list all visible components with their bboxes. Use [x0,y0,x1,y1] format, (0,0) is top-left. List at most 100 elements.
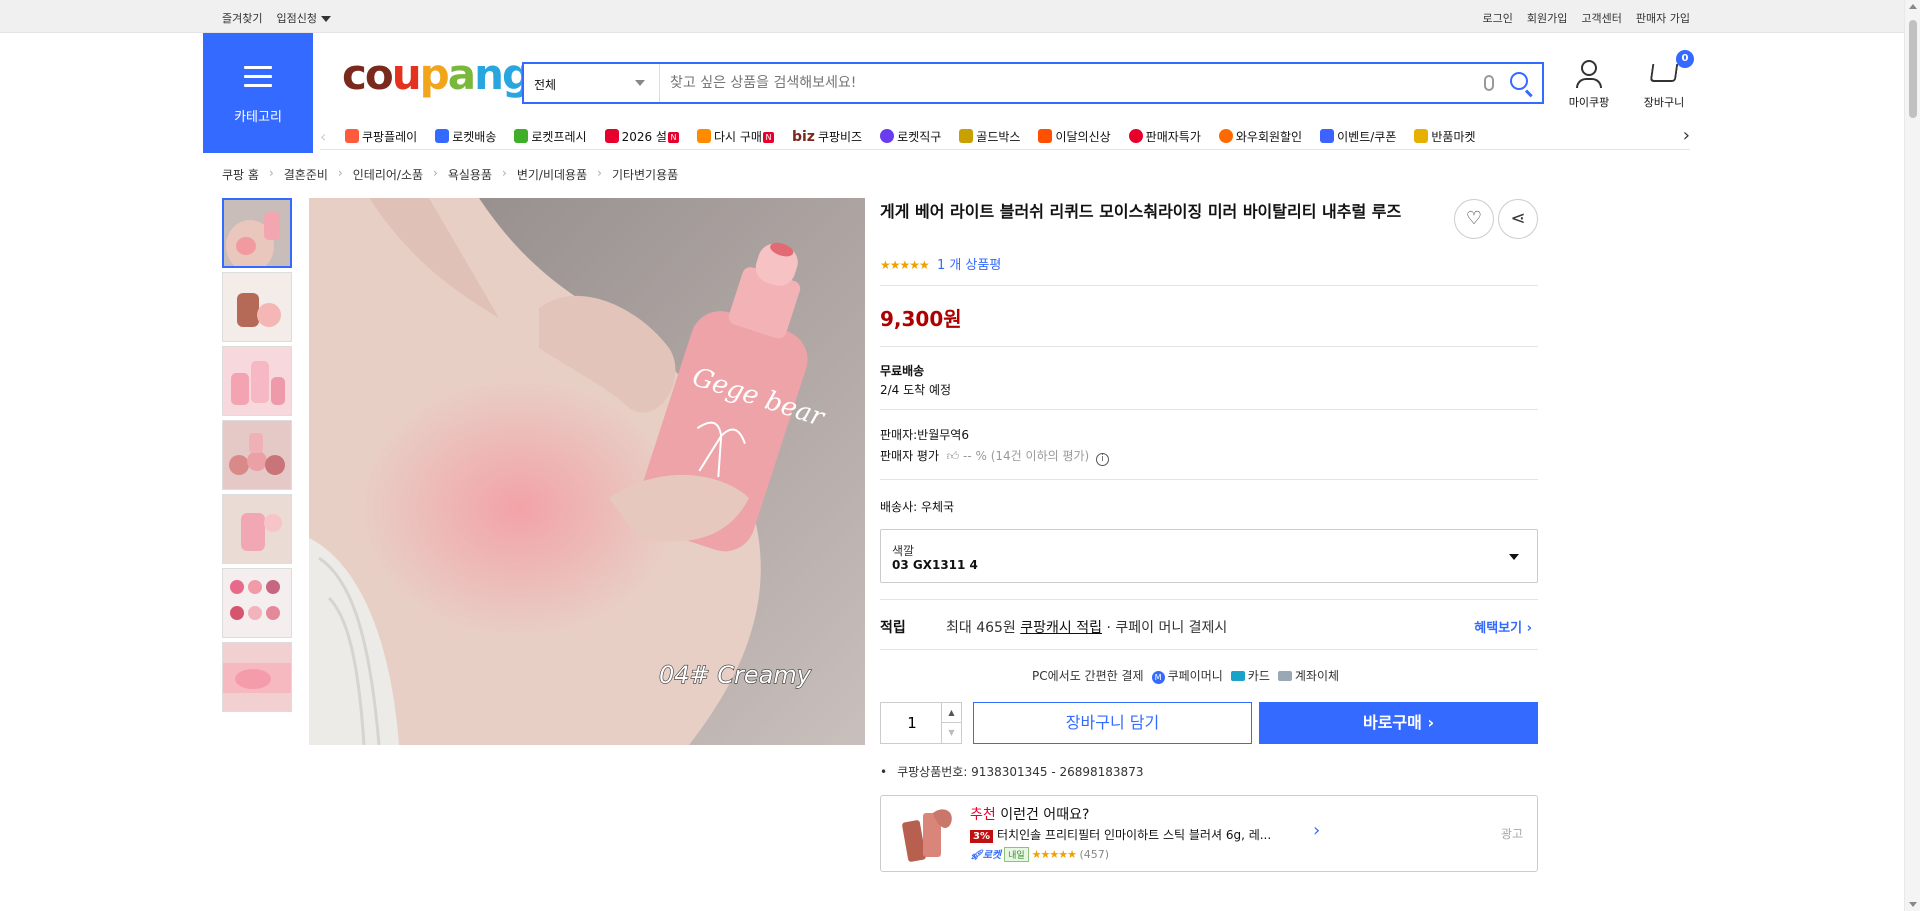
breadcrumb-item[interactable]: 욕실용품 [448,166,492,183]
cart-button[interactable]: 0 장바구니 [1636,50,1694,110]
thumbnail-4[interactable] [222,420,292,490]
rating-stars: ★★★★★ [1031,848,1077,861]
scroll-down-icon[interactable] [1909,902,1917,907]
coupang-cash-link[interactable]: 쿠팡캐시 적립 [1020,620,1102,636]
nav-item-wow-discount[interactable]: 와우회원할인 [1218,128,1303,145]
color-option-select[interactable]: 색깔 03 GX1311 4 [880,529,1538,583]
nav-item-goldbox[interactable]: 골드박스 [959,128,1020,145]
reward-label: 적립 [880,620,906,636]
play-icon [345,129,359,143]
payment-methods: PC에서도 간편한 결제 M 쿠페이머니 카드 계좌이체 [1032,667,1339,684]
benefits-label: 혜택보기 [1474,621,1523,636]
nav-label: 다시 구매 [713,130,762,144]
nav-next-icon[interactable]: › [1683,125,1690,146]
breadcrumb-item[interactable]: 인테리어/소품 [353,166,423,183]
review-count: (457) [1079,848,1110,861]
vendor-apply-link[interactable]: 입점신청 [276,10,331,26]
option-value: 03 GX1311 4 [892,558,978,572]
divider [880,285,1538,286]
favorite-button[interactable]: ♡ [1454,199,1494,239]
info-icon[interactable]: i [1096,453,1110,466]
seller-name[interactable]: 판매자:반월무역6 [880,426,969,443]
quantity-decrease-icon[interactable]: ▼ [941,723,961,743]
nav-item-seller-deals[interactable]: 판매자특가 [1128,128,1201,145]
breadcrumb-item[interactable]: 변기/비데용품 [517,166,587,183]
option-label: 색깔 [892,544,915,558]
nav-prev-icon[interactable]: ‹ [320,127,326,146]
chevron-right-icon[interactable]: › [1313,820,1320,841]
coupay-money: M 쿠페이머니 [1151,667,1223,684]
product-rating[interactable]: ★★★★★ 1 개 상품평 [880,254,1001,273]
dropdown-arrow-icon [1509,554,1519,560]
benefits-link[interactable]: 혜택보기 › [1474,617,1532,636]
arrival-date: 2/4 도착 예정 [880,383,952,397]
seller-rating-label: 판매자 평가 [880,449,940,463]
search-category-select[interactable]: 전체 [524,64,660,102]
recommendation-image[interactable] [897,803,959,865]
scroll-thumb[interactable] [1909,20,1917,118]
buy-now-button[interactable]: 바로구매 › [1259,702,1538,744]
microphone-icon[interactable] [1484,75,1494,91]
add-to-cart-button[interactable]: 장바구니 담기 [973,702,1252,744]
nav-label: 이벤트/쿠폰 [1337,130,1397,144]
breadcrumb-item[interactable]: 결혼준비 [284,166,328,183]
product-title: 게게 베어 라이트 블러쉬 리퀴드 모이스춰라이징 미러 바이탈리티 내추럴 루… [880,202,1402,221]
nav-label: 와우회원할인 [1235,130,1303,144]
chevron-right-icon: › [268,166,274,180]
nav-item-rocket[interactable]: 로켓배송 [435,128,496,145]
thumbnail-7[interactable] [222,642,292,712]
scroll-up-icon[interactable] [1909,4,1917,9]
chevron-right-icon: › [1427,713,1435,732]
signup-link[interactable]: 회원가입 [1527,10,1567,26]
thumbnail-5[interactable] [222,494,292,564]
nav-item-new-arrivals[interactable]: 이달의신상 [1038,128,1111,145]
payment-intro: PC에서도 간편한 결제 [1032,669,1144,683]
nav-label: 로켓프레시 [531,130,587,144]
next-day-badge: 내일 [1004,847,1029,862]
quantity-input[interactable] [881,703,943,743]
wow-icon [1218,129,1233,143]
thumbnail-6[interactable] [222,568,292,638]
quantity-increase-icon[interactable]: ▲ [941,703,961,723]
customer-center-link[interactable]: 고객센터 [1581,10,1621,26]
mycoupang-button[interactable]: 마이쿠팡 [1564,58,1614,110]
bookmark-link[interactable]: 즐겨찾기 [222,10,262,26]
recommendation-card[interactable]: 추천 이런건 어때요? 3% 터치인솔 프리티필터 인마이하트 스틱 블러셔 6g… [880,795,1538,872]
nav-item-rebuy[interactable]: 다시 구매 N [696,128,774,145]
breadcrumb-item[interactable]: 기타변기용품 [612,166,678,183]
login-link[interactable]: 로그인 [1483,10,1513,26]
goldbox-icon [959,129,974,143]
search-bar: 전체 [522,62,1544,104]
recommendation-product: 3% 터치인솔 프리티필터 인마이하트 스틱 블러셔 6g, 레... [970,826,1271,843]
nav-item-return-market[interactable]: 반품마켓 [1414,128,1476,145]
category-menu-button[interactable]: 카테고리 [203,33,313,153]
nav-label: 쿠팡비즈 [817,130,863,144]
coupang-logo[interactable]: coupang [342,54,532,96]
nav-item-rocketfresh[interactable]: 로켓프레시 [514,128,587,145]
review-count-link[interactable]: 1 개 상품평 [937,258,1001,273]
thumbnail-2[interactable] [222,272,292,342]
new-badge: N [762,132,774,143]
page-scrollbar[interactable] [1904,0,1920,911]
thumbnail-1[interactable] [222,198,292,268]
nav-item-rocket-direct[interactable]: 로켓직구 [880,128,941,145]
coupon-icon [1320,129,1335,143]
product-number: 쿠팡상품번호: 9138301345 - 26898183873 [880,763,1143,780]
bank-label: 계좌이체 [1294,669,1340,683]
image-caption: 04# Creamy [659,661,812,689]
nav-item-biz[interactable]: biz 쿠팡비즈 [792,128,862,145]
divider [880,409,1538,410]
share-button[interactable]: ⋖ [1498,199,1538,239]
nav-item-event-coupon[interactable]: 이벤트/쿠폰 [1320,128,1396,145]
thumbnail-3[interactable] [222,346,292,416]
vendor-apply-label: 입점신청 [276,12,317,25]
nav-item-seollal[interactable]: 2026 설N [604,128,679,145]
search-input[interactable] [670,73,1450,93]
new-badge: N [667,132,679,143]
breadcrumb-item[interactable]: 쿠팡 홈 [222,166,259,183]
main-product-image[interactable]: Gege bear 04# Creamy [309,198,865,745]
thumbs-up-icon: 👍︎ [942,449,960,463]
seller-signup-link[interactable]: 판매자 가입 [1636,10,1690,26]
nav-item-coupangplay[interactable]: 쿠팡플레이 [345,128,417,145]
search-icon[interactable] [1510,72,1528,90]
